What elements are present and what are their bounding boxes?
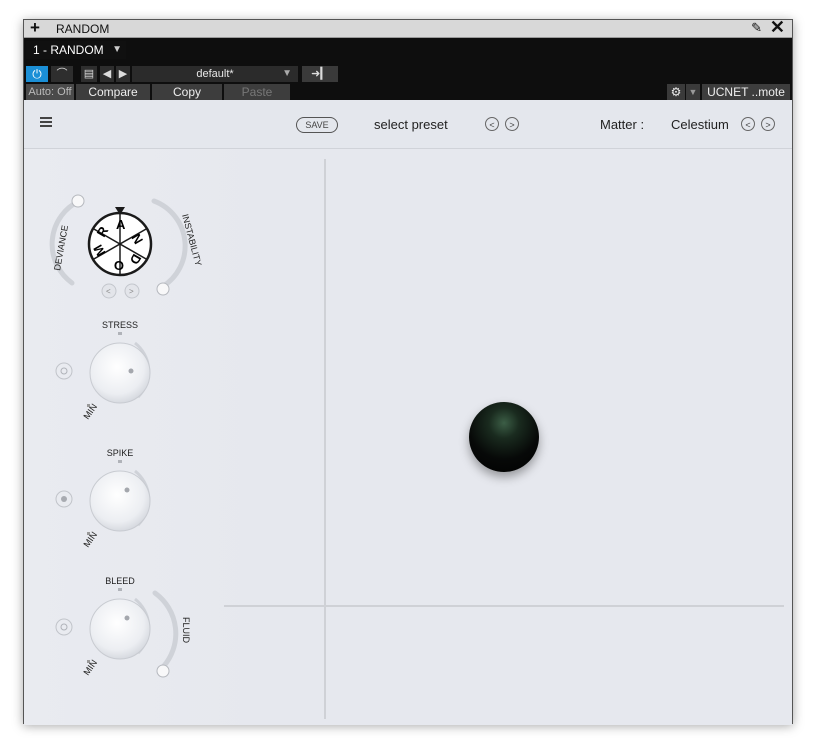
xy-pad-vertical-axis — [324, 159, 326, 719]
select-preset-label[interactable]: select preset — [374, 117, 448, 132]
instance-label: 1 - RANDOM — [33, 43, 104, 57]
copy-button[interactable]: Copy — [152, 84, 222, 100]
random-dial[interactable]: R A N D O M — [87, 207, 153, 277]
preset-dropdown[interactable]: default* ▼ — [132, 66, 298, 82]
save-button[interactable]: SAVE — [296, 117, 338, 133]
chevron-down-icon: ▼ — [112, 44, 122, 55]
stress-min-label: MIN — [81, 402, 99, 421]
dial-prev-button[interactable]: < — [101, 283, 117, 299]
fluid-handle[interactable] — [156, 664, 170, 678]
dial-next-button[interactable]: > — [124, 283, 140, 299]
controls-svg: DEVIANCE INSTABILITY R A N D O M < > STR… — [49, 194, 204, 678]
prev-preset-button[interactable]: ◀ — [100, 66, 114, 82]
preset-prev-button[interactable]: < — [485, 117, 499, 131]
stress-toggle[interactable] — [55, 362, 73, 380]
preset-next-button[interactable]: > — [505, 117, 519, 131]
bleed-min-label: MIN — [81, 658, 99, 677]
matter-next-button[interactable]: > — [761, 117, 775, 131]
next-preset-button[interactable]: ▶ — [116, 66, 130, 82]
spike-knob[interactable] — [89, 470, 151, 532]
dial-letter: A — [116, 217, 126, 232]
host-toolbar: 1 - RANDOM ▼ ⏻ ⌒ ▤ ◀ ▶ default* ▼ ➜▎ Aut… — [24, 38, 792, 100]
stress-knob[interactable] — [89, 342, 151, 404]
automation-toggle[interactable]: Auto: Off — [26, 84, 74, 100]
deviance-handle[interactable] — [71, 194, 85, 208]
settings-dropdown[interactable]: ▼ — [686, 84, 700, 100]
hamburger-menu-icon[interactable] — [40, 117, 52, 127]
compare-button[interactable]: Compare — [76, 84, 150, 100]
power-button[interactable]: ⏻ — [26, 66, 48, 82]
pin-icon[interactable]: ✎ — [751, 20, 762, 36]
bleed-label: BLEED — [105, 576, 135, 586]
window-title: RANDOM — [56, 22, 110, 36]
power-icon: ⏻ — [32, 67, 42, 81]
xy-pad-handle[interactable] — [469, 402, 539, 472]
matter-label: Matter : — [600, 117, 645, 132]
bleed-toggle[interactable] — [55, 618, 73, 636]
remote-button[interactable]: UCNET ..mote — [702, 84, 790, 100]
triangle-left-icon: ◀ — [102, 68, 112, 80]
gear-icon: ⚙ — [670, 85, 682, 99]
arc-icon: ⌒ — [56, 68, 68, 80]
matter-value[interactable]: Celestium — [671, 117, 729, 132]
preset-name: default* — [196, 68, 234, 80]
instance-selector[interactable]: 1 - RANDOM ▼ — [26, 41, 126, 59]
plugin-window: + RANDOM ✎ ✕ 1 - RANDOM ▼ ⏻ ⌒ ▤ ◀ ▶ defa… — [23, 17, 793, 725]
svg-text:<: < — [106, 287, 111, 296]
plugin-header: SAVE select preset < > Matter : Celestiu… — [24, 100, 792, 149]
svg-text:>: > — [129, 287, 134, 296]
bleed-knob[interactable] — [89, 598, 151, 660]
paste-button[interactable]: Paste — [224, 84, 290, 100]
matter-prev-button[interactable]: < — [741, 117, 755, 131]
instability-handle[interactable] — [156, 282, 170, 296]
dial-letter: O — [114, 258, 124, 273]
add-icon[interactable]: + — [30, 18, 40, 38]
spike-label: SPIKE — [107, 448, 134, 458]
instability-arc[interactable] — [151, 198, 188, 290]
arrow-to-bar-icon: ➜▎ — [311, 68, 329, 80]
spike-min-label: MIN — [81, 530, 99, 549]
preset-file-button[interactable]: ▤ — [81, 66, 97, 82]
triangle-right-icon: ▶ — [118, 68, 128, 80]
chevron-down-icon: ▼ — [282, 68, 292, 79]
fluid-arc[interactable] — [152, 590, 179, 670]
stress-label: STRESS — [102, 320, 138, 330]
plugin-body: DEVIANCE INSTABILITY R A N D O M < > STR… — [24, 149, 792, 725]
window-titlebar: + RANDOM ✎ ✕ — [24, 17, 792, 38]
document-icon: ▤ — [83, 68, 95, 80]
close-icon[interactable]: ✕ — [770, 17, 785, 38]
settings-button[interactable]: ⚙ — [667, 84, 685, 100]
sidechain-button[interactable]: ⌒ — [51, 66, 73, 82]
send-button[interactable]: ➜▎ — [302, 66, 338, 82]
chevron-down-icon: ▼ — [688, 87, 698, 97]
fluid-label: FLUID — [181, 617, 191, 644]
